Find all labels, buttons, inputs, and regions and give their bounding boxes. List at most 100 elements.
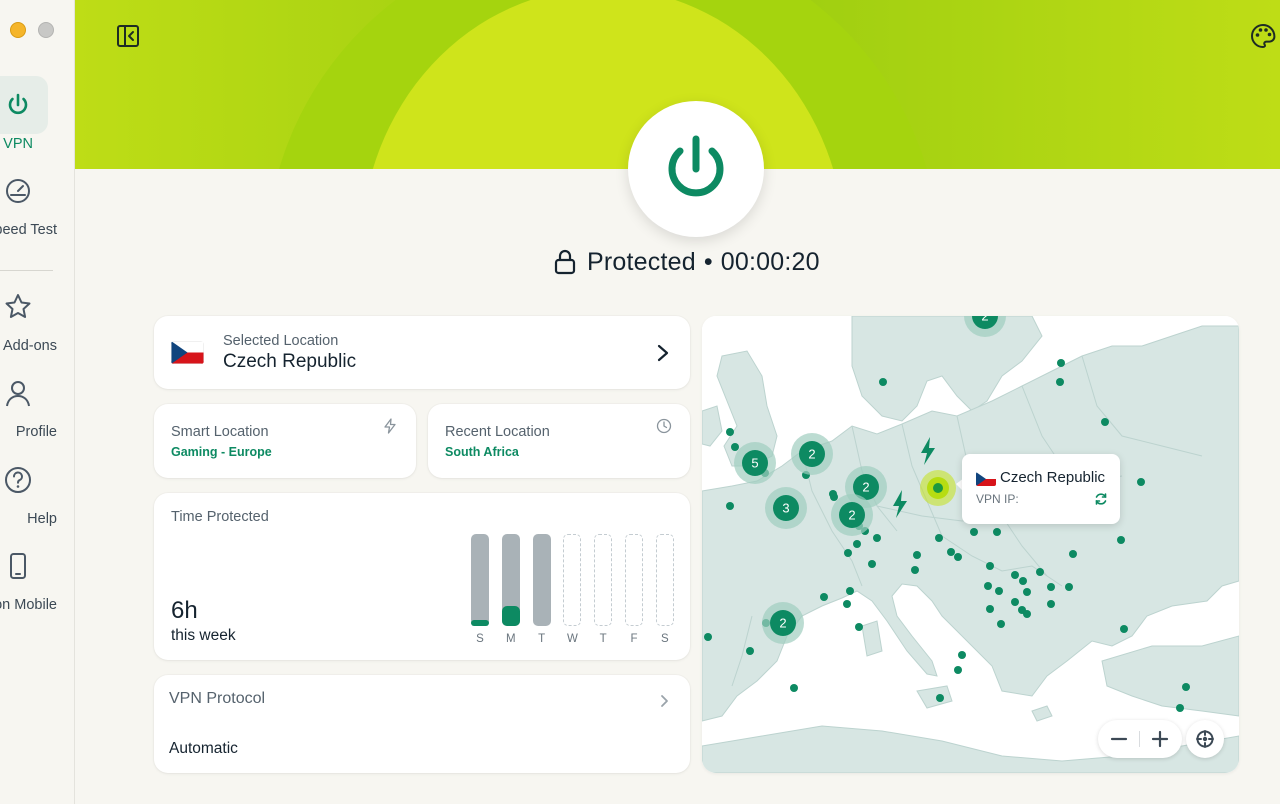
connection-timer: 00:00:20 xyxy=(720,247,820,276)
chevron-right-icon xyxy=(657,344,669,362)
cluster-count: 2 xyxy=(779,616,786,631)
day-label: M xyxy=(506,633,516,645)
smart-location-value: Gaming - Europe xyxy=(171,445,272,459)
status-text: Protected xyxy=(587,247,696,276)
server-dot xyxy=(704,633,712,641)
server-dot xyxy=(843,600,851,608)
sidebar-item-help[interactable]: Help xyxy=(0,465,74,545)
zoom-out-icon[interactable] xyxy=(1109,729,1129,749)
europe-map[interactable]: 2523222 xyxy=(702,316,1239,773)
sidebar-item-vpn[interactable]: VPN xyxy=(0,76,74,156)
selected-location-label: Selected Location xyxy=(223,333,339,349)
cluster-count: 2 xyxy=(808,447,815,462)
server-dot xyxy=(1023,610,1031,618)
day-bar xyxy=(532,534,551,626)
connect-power-button[interactable] xyxy=(628,101,764,237)
recent-location-card[interactable]: Recent Location South Africa xyxy=(428,404,690,478)
sidebar-item-label: VPN xyxy=(3,136,33,152)
power-icon xyxy=(668,135,724,197)
cluster-count: 5 xyxy=(751,456,758,471)
server-dot xyxy=(879,378,887,386)
person-icon xyxy=(6,381,30,407)
time-protected-card: Time Protected 6h this week S M T W T F S xyxy=(154,493,690,660)
day-bar xyxy=(501,534,520,626)
server-cluster[interactable]: 2 xyxy=(831,494,873,536)
server-dot xyxy=(986,562,994,570)
vpn-protocol-value: Automatic xyxy=(169,740,238,757)
refresh-icon[interactable] xyxy=(1094,492,1108,506)
day-bar xyxy=(625,534,643,626)
selected-location-country: Czech Republic xyxy=(223,351,357,372)
server-dot xyxy=(830,493,838,501)
server-dot xyxy=(820,593,828,601)
palette-icon[interactable] xyxy=(1249,22,1277,50)
sidebar-item-add-ons[interactable]: Add-ons xyxy=(0,292,74,372)
server-dot xyxy=(790,684,798,692)
mobile-icon xyxy=(10,553,26,579)
server-dot xyxy=(1065,583,1073,591)
recent-location-value: South Africa xyxy=(445,445,519,459)
time-protected-period: this week xyxy=(171,627,236,644)
server-dot xyxy=(995,587,1003,595)
window-minimize-button[interactable] xyxy=(10,22,26,38)
server-dot xyxy=(993,528,1001,536)
chevron-right-icon xyxy=(661,695,668,707)
smart-location-card[interactable]: Smart Location Gaming - Europe xyxy=(154,404,416,478)
server-dot xyxy=(997,620,1005,628)
sidebar: VPN Speed Test Add-ons Profile Help xyxy=(0,0,75,804)
vpn-protocol-label: VPN Protocol xyxy=(169,690,266,707)
server-dot xyxy=(855,623,863,631)
day-bar xyxy=(594,534,613,626)
sidebar-item-label: Speed Test xyxy=(0,222,57,238)
status-separator: • xyxy=(703,247,713,276)
server-dot xyxy=(844,549,852,557)
server-dot xyxy=(746,647,754,655)
server-dot xyxy=(1057,359,1065,367)
day-label: T xyxy=(538,633,546,645)
sidebar-collapse-icon[interactable] xyxy=(116,24,142,48)
server-dot xyxy=(935,534,943,542)
vpn-protocol-card[interactable]: VPN Protocol Automatic xyxy=(154,675,690,773)
server-cluster[interactable]: 5 xyxy=(734,442,776,484)
day-label: S xyxy=(476,633,484,645)
lock-icon xyxy=(554,249,576,275)
zoom-in-icon[interactable] xyxy=(1150,729,1170,749)
sidebar-item-profile[interactable]: Profile xyxy=(0,378,74,458)
server-dot xyxy=(731,443,739,451)
server-dot xyxy=(936,694,944,702)
recenter-button[interactable] xyxy=(1186,720,1224,758)
server-cluster[interactable]: 3 xyxy=(765,487,807,529)
sidebar-item-label: Help xyxy=(27,511,57,527)
location-tooltip: Czech Republic VPN IP: xyxy=(962,454,1120,524)
server-dot xyxy=(853,540,861,548)
server-dot xyxy=(970,528,978,536)
tooltip-country: Czech Republic xyxy=(1000,469,1106,486)
server-dot xyxy=(986,605,994,613)
day-label: W xyxy=(566,633,578,645)
server-dot xyxy=(911,566,919,574)
server-dot xyxy=(868,560,876,568)
server-dot xyxy=(726,428,734,436)
speedometer-icon xyxy=(6,179,30,203)
selected-location-card[interactable]: Selected Location Czech Republic xyxy=(154,316,690,389)
server-dot xyxy=(913,551,921,559)
day-bar xyxy=(471,534,489,626)
day-label: T xyxy=(599,633,607,645)
lightning-icon xyxy=(384,418,396,434)
day-bar-fill xyxy=(471,620,489,626)
window-zoom-button[interactable] xyxy=(38,22,54,38)
connection-status: Protected • 00:00:20 xyxy=(553,244,820,280)
server-map[interactable]: 2523222 Czech Republic VPN IP: xyxy=(702,316,1239,773)
server-cluster[interactable]: 2 xyxy=(762,602,804,644)
server-dot xyxy=(1047,600,1055,608)
sidebar-item-mobile[interactable]: Get VPN on Mobile xyxy=(0,551,74,631)
server-cluster[interactable]: 2 xyxy=(791,433,833,475)
sidebar-item-speed-test[interactable]: Speed Test xyxy=(0,176,74,256)
sidebar-item-label: Add-ons xyxy=(2,338,57,354)
server-dot xyxy=(1023,588,1031,596)
czech-flag-icon xyxy=(171,341,204,364)
server-dot xyxy=(954,666,962,674)
day-label: F xyxy=(630,633,638,645)
server-dot xyxy=(947,548,955,556)
server-dot xyxy=(1182,683,1190,691)
